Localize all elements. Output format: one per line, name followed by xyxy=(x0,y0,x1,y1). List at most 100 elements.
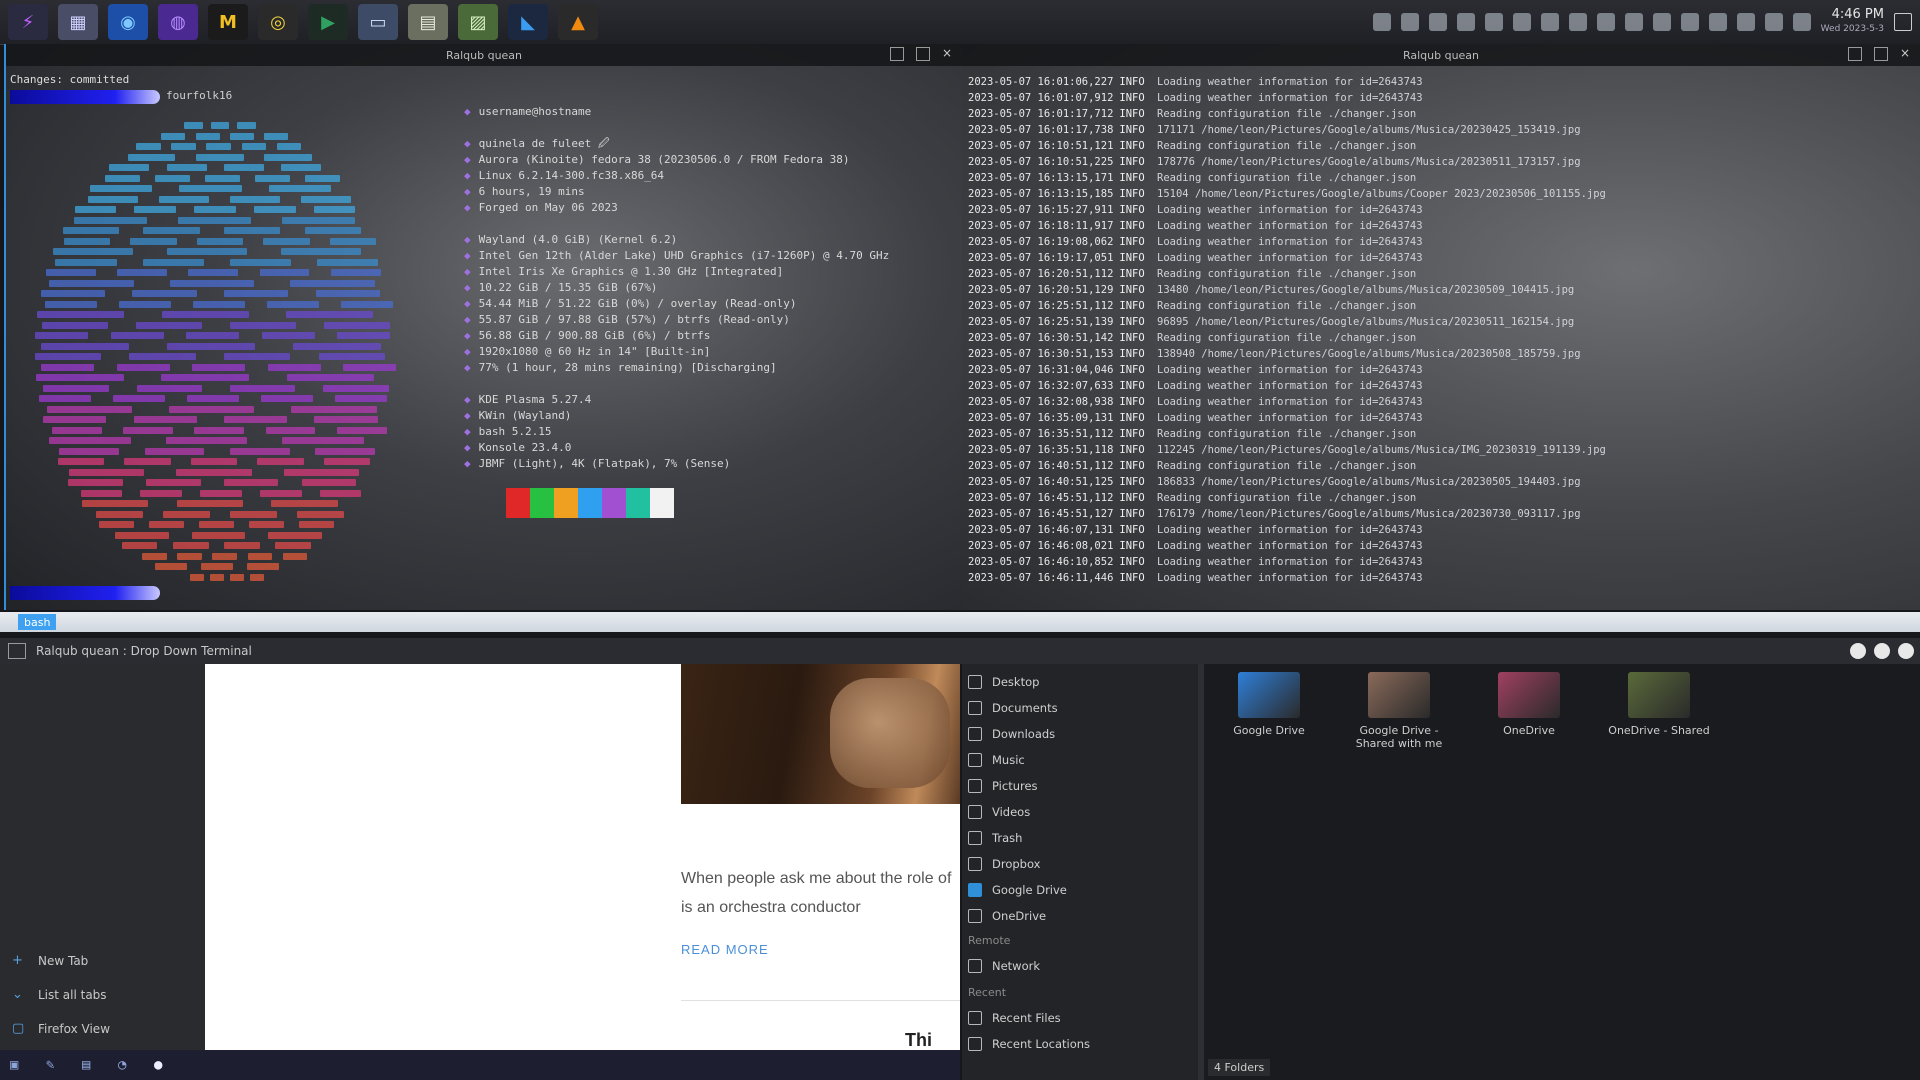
place-icon xyxy=(968,675,982,689)
minimize-button[interactable] xyxy=(1850,643,1866,659)
maximize-icon[interactable] xyxy=(1874,47,1888,61)
tray-icon[interactable] xyxy=(1400,13,1419,31)
logo-stroke xyxy=(305,174,341,182)
tray-icon[interactable] xyxy=(1708,13,1727,31)
log-line: 2023-05-07 16:01:17,738 INFO 171171 /home… xyxy=(968,122,1606,138)
tabs-icon[interactable]: ▤ xyxy=(82,1057,98,1073)
logo-stroke xyxy=(43,416,107,423)
close-icon[interactable]: × xyxy=(1900,47,1912,59)
tab-bash[interactable]: bash xyxy=(18,614,57,630)
terminal-app-icon[interactable]: ▶ xyxy=(308,4,348,40)
vscode-icon[interactable]: ◣ xyxy=(508,4,548,40)
place-item[interactable]: Downloads xyxy=(968,724,1055,744)
close-button[interactable] xyxy=(1898,643,1914,659)
browser-icon[interactable]: ◉ xyxy=(108,4,148,40)
terminal-pane-right[interactable]: Ralqub quean × 2023-05-07 16:01:06,227 IN… xyxy=(962,44,1920,610)
folder-item[interactable]: OneDrive - Shared xyxy=(1604,672,1714,737)
article-blurb: When people ask me about the role of is … xyxy=(681,870,952,916)
tray-icon[interactable] xyxy=(1624,13,1643,31)
show-desktop-icon[interactable] xyxy=(1894,13,1912,31)
web-page[interactable]: When people ask me about the role of is … xyxy=(205,664,960,1050)
place-item[interactable]: Videos xyxy=(968,802,1030,822)
mastodon-icon[interactable]: ◍ xyxy=(158,4,198,40)
maximize-icon[interactable] xyxy=(916,47,930,61)
close-icon[interactable]: × xyxy=(942,47,954,59)
pager-icon[interactable]: ▦ xyxy=(58,4,98,40)
place-item[interactable]: Trash xyxy=(968,828,1022,848)
edit-icon[interactable]: ✎ xyxy=(46,1057,62,1073)
calculator-icon[interactable]: ▤ xyxy=(408,4,448,40)
logo-stroke xyxy=(87,195,138,203)
place-label: Network xyxy=(992,959,1041,973)
chrome-icon[interactable]: ◎ xyxy=(258,4,298,40)
logo-stroke xyxy=(315,290,380,297)
split-icon[interactable] xyxy=(890,47,904,61)
log-timestamp: 2023-05-07 16:20:51,112 xyxy=(968,268,1114,280)
logo-stroke xyxy=(337,332,391,339)
place-item-network[interactable]: Network xyxy=(968,956,1040,976)
place-item[interactable]: Pictures xyxy=(968,776,1038,796)
task-manager: ⚡ ▦ ◉ ◍ M ◎ ▶ ▭ ▤ ▨ ◣ ▲ xyxy=(0,4,598,40)
network-icon xyxy=(968,959,982,973)
tray-icon[interactable] xyxy=(1540,13,1559,31)
folder-item[interactable]: Google Drive - Shared with me xyxy=(1344,672,1454,750)
tray-icon[interactable] xyxy=(1764,13,1783,31)
tray-icon[interactable] xyxy=(1428,13,1447,31)
place-item-recent[interactable]: Recent Locations xyxy=(968,1034,1090,1054)
vlc-icon[interactable]: ▲ xyxy=(558,4,598,40)
sidebar-item[interactable]: + New Tab xyxy=(12,954,88,969)
info-value: Konsole 23.4.0 xyxy=(478,441,572,454)
tray-icon[interactable] xyxy=(1372,13,1391,31)
file-view[interactable]: Google Drive Google Drive - Shared with m… xyxy=(1204,664,1920,1080)
logo-stroke xyxy=(198,521,234,528)
window-icon[interactable]: ▭ xyxy=(358,4,398,40)
folder-item[interactable]: Google Drive xyxy=(1214,672,1324,737)
m-app-icon[interactable]: M xyxy=(208,4,248,40)
sidebar-item[interactable]: ⌄ List all tabs xyxy=(12,988,107,1003)
tray-icon[interactable] xyxy=(1652,13,1671,31)
info-line: ◆ KWin (Wayland) xyxy=(464,408,571,424)
clock-time: 4:46 PM xyxy=(1831,7,1884,22)
tray-icon[interactable] xyxy=(1736,13,1755,31)
maximize-button[interactable] xyxy=(1874,643,1890,659)
window-menu-icon[interactable] xyxy=(8,643,26,659)
logo-stroke xyxy=(336,426,387,434)
place-item-recent[interactable]: Recent Files xyxy=(968,1008,1061,1028)
kde-icon[interactable]: ⚡ xyxy=(8,4,48,40)
log-line: 2023-05-07 16:45:51,127 INFO 176179 /home… xyxy=(968,506,1606,522)
log-level: INFO xyxy=(1119,492,1145,504)
place-item[interactable]: OneDrive xyxy=(968,906,1046,926)
logo-stroke xyxy=(319,489,362,497)
tray-icon[interactable] xyxy=(1680,13,1699,31)
tray-icon[interactable] xyxy=(1792,13,1811,31)
tray-icon[interactable] xyxy=(1568,13,1587,31)
place-item[interactable]: Documents xyxy=(968,698,1058,718)
logo-stroke xyxy=(166,164,207,171)
tray-icon[interactable] xyxy=(1484,13,1503,31)
read-more-link[interactable]: READ MORE xyxy=(681,942,769,957)
info-key-icon: ◆ xyxy=(464,457,471,470)
folder-item[interactable]: OneDrive xyxy=(1474,672,1584,737)
digital-clock[interactable]: 4:46 PM Wed 2023-5-3 xyxy=(1821,8,1884,36)
terminal-pane-left[interactable]: Ralqub quean × Changes: committed fourfo… xyxy=(4,44,962,610)
info-value: 56.88 GiB / 900.88 GiB (6%) / btrfs xyxy=(478,329,711,342)
tray-icon[interactable] xyxy=(1596,13,1615,31)
place-item[interactable]: Google Drive xyxy=(968,880,1067,900)
place-item[interactable]: Dropbox xyxy=(968,854,1040,874)
logo-stroke xyxy=(323,458,371,465)
log-level: INFO xyxy=(1119,524,1145,536)
split-icon[interactable] xyxy=(1848,47,1862,61)
log-message: Reading configuration file ./changer.jso… xyxy=(1150,268,1417,280)
profile-icon[interactable]: ● xyxy=(154,1057,170,1073)
place-item[interactable]: Desktop xyxy=(968,672,1039,692)
history-icon[interactable]: ◔ xyxy=(118,1057,134,1073)
logo-stroke xyxy=(224,227,281,234)
image-viewer-icon[interactable]: ▨ xyxy=(458,4,498,40)
place-item[interactable]: Music xyxy=(968,750,1025,770)
sidebar-toggle-icon[interactable]: ▣ xyxy=(10,1057,26,1073)
tray-icon[interactable] xyxy=(1512,13,1531,31)
log-message: Reading configuration file ./changer.jso… xyxy=(1150,300,1417,312)
tray-icon[interactable] xyxy=(1456,13,1475,31)
sidebar-item[interactable]: ▢ Firefox View xyxy=(12,1022,110,1037)
info-key-icon: ◆ xyxy=(464,153,471,166)
